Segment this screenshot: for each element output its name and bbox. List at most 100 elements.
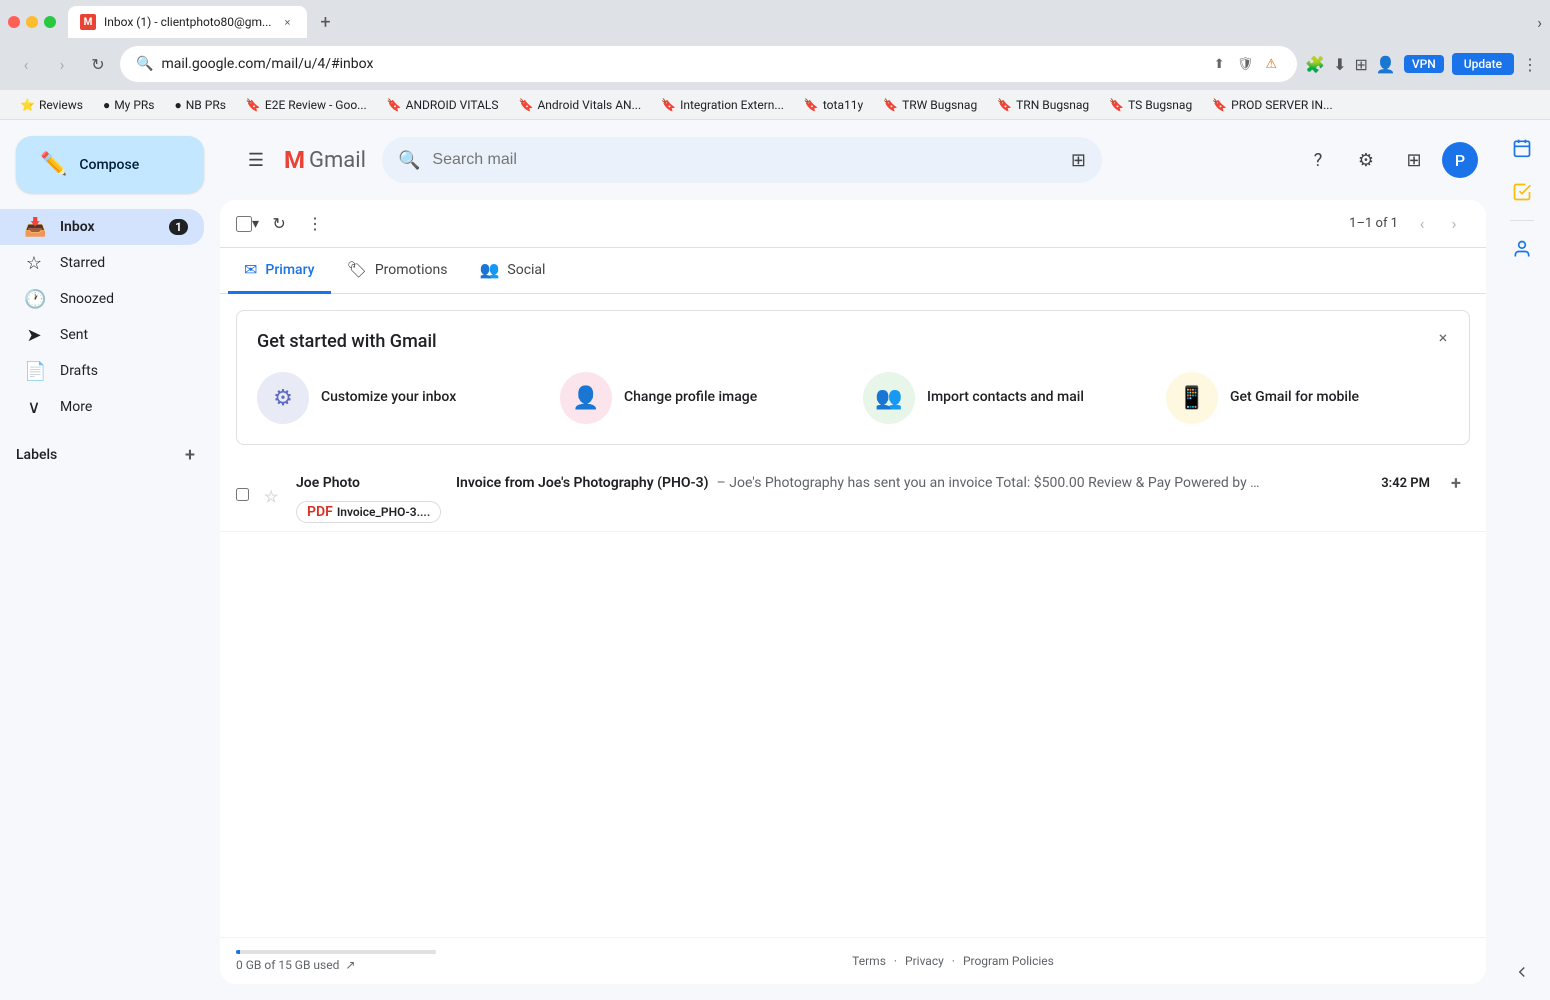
- select-dropdown-arrow[interactable]: ▾: [252, 216, 259, 232]
- email-attachment: PDF Invoice_PHO-3....: [296, 501, 1470, 523]
- search-input[interactable]: [432, 151, 1058, 169]
- vpn-badge[interactable]: VPN: [1404, 55, 1444, 73]
- sidebar-item-snoozed[interactable]: 🕐 Snoozed: [0, 281, 204, 317]
- browser-menu-chevron[interactable]: ⋮: [1522, 55, 1538, 74]
- table-row[interactable]: ☆ Joe Photo Invoice from Joe's Photograp…: [220, 461, 1486, 532]
- search-filter-icon[interactable]: ⊞: [1071, 150, 1086, 171]
- inbox-label: Inbox: [60, 219, 153, 235]
- refresh-btn[interactable]: ↻: [84, 50, 112, 78]
- bookmark-tota11y[interactable]: 🔖 tota11y: [796, 96, 871, 114]
- sidebar-item-sent[interactable]: ➤ Sent: [0, 317, 204, 353]
- gear-icon: ⚙: [273, 386, 293, 411]
- bookmark-favicon: ⭐: [20, 98, 35, 112]
- person-icon: 👤: [572, 386, 599, 411]
- warning-icon: ⚠: [1261, 54, 1281, 74]
- shield-icon: 🛡: [1235, 54, 1255, 74]
- get-started-banner: × Get started with Gmail ⚙ Customize you…: [236, 310, 1470, 445]
- search-bar[interactable]: 🔍 ⊞: [382, 137, 1102, 183]
- add-label-btn[interactable]: +: [176, 441, 204, 469]
- tasks-sidebar-btn[interactable]: [1502, 172, 1542, 212]
- get-mobile-action[interactable]: 📱 Get Gmail for mobile: [1166, 372, 1449, 424]
- tab-promotions[interactable]: 🏷 Promotions: [331, 248, 464, 294]
- bookmark-trw-bugsnag[interactable]: 🔖 TRW Bugsnag: [875, 96, 985, 114]
- star-btn[interactable]: ☆: [264, 487, 288, 506]
- terms-link[interactable]: Terms: [852, 954, 886, 968]
- bookmark-my-prs[interactable]: ● My PRs: [95, 96, 163, 114]
- bookmark-reviews[interactable]: ⭐ Reviews: [12, 96, 91, 114]
- more-options-btn[interactable]: ⋮: [299, 208, 331, 240]
- customize-inbox-action[interactable]: ⚙ Customize your inbox: [257, 372, 540, 424]
- contacts-sidebar-btn[interactable]: [1502, 229, 1542, 269]
- help-btn[interactable]: ?: [1298, 140, 1338, 180]
- sent-icon: ➤: [24, 325, 44, 346]
- window-maximize-btn[interactable]: [44, 16, 56, 28]
- import-contacts-action[interactable]: 👥 Import contacts and mail: [863, 372, 1146, 424]
- bookmark-trn-bugsnag[interactable]: 🔖 TRN Bugsnag: [989, 96, 1097, 114]
- nav-arrows: ‹ ›: [1406, 208, 1470, 240]
- select-all-checkbox[interactable]: ▾: [236, 216, 259, 232]
- attachment-chip[interactable]: PDF Invoice_PHO-3....: [296, 501, 441, 523]
- change-profile-action[interactable]: 👤 Change profile image: [560, 372, 843, 424]
- tab-social[interactable]: 👥 Social: [463, 248, 561, 294]
- program-policies-link[interactable]: Program Policies: [963, 954, 1054, 968]
- bookmark-prod-icon: 🔖: [1212, 98, 1227, 112]
- forward-btn[interactable]: ›: [48, 50, 76, 78]
- avatar-btn[interactable]: P: [1442, 142, 1478, 178]
- refresh-emails-btn[interactable]: ↻: [263, 208, 295, 240]
- tab-primary[interactable]: ✉ Primary: [228, 248, 331, 294]
- apps-btn[interactable]: ⊞: [1394, 140, 1434, 180]
- footer-links: Terms · Privacy · Program Policies: [852, 954, 1054, 968]
- bookmark-ts-bugsnag[interactable]: 🔖 TS Bugsnag: [1101, 96, 1200, 114]
- banner-close-btn[interactable]: ×: [1429, 323, 1457, 351]
- storage-external-icon[interactable]: ↗: [345, 958, 355, 972]
- bookmark-e2e[interactable]: 🔖 E2E Review - Goo...: [238, 96, 375, 114]
- hamburger-btn[interactable]: ☰: [236, 140, 276, 180]
- gmail-logo-m: M: [284, 146, 305, 174]
- compose-button[interactable]: ✏️ Compose: [16, 136, 204, 193]
- sidebar-item-starred[interactable]: ☆ Starred: [0, 245, 204, 281]
- tab-list-chevron[interactable]: ›: [1537, 13, 1542, 32]
- prev-page-btn[interactable]: ‹: [1406, 208, 1438, 240]
- select-all-input[interactable]: [236, 216, 252, 232]
- active-browser-tab[interactable]: M Inbox (1) - clientphoto80@gm... ×: [68, 6, 307, 38]
- window-close-btn[interactable]: [8, 16, 20, 28]
- tab-close-btn[interactable]: ×: [279, 14, 295, 30]
- bookmark-android2-icon: 🔖: [519, 98, 534, 112]
- bookmark-android-icon: 🔖: [387, 98, 402, 112]
- sidebar-item-inbox[interactable]: 📥 Inbox 1: [0, 209, 204, 245]
- right-sidebar: [1494, 120, 1550, 1000]
- next-page-btn[interactable]: ›: [1438, 208, 1470, 240]
- settings-btn[interactable]: ⚙: [1346, 140, 1386, 180]
- email-list: ☆ Joe Photo Invoice from Joe's Photograp…: [220, 461, 1486, 937]
- bookmark-prod-server[interactable]: 🔖 PROD SERVER IN...: [1204, 96, 1340, 114]
- sidebar: ✏️ Compose 📥 Inbox 1 ☆ Starred 🕐 Snoozed…: [0, 120, 220, 1000]
- sidebar-item-more[interactable]: ∨ More: [0, 389, 204, 425]
- bookmark-android-vitals[interactable]: 🔖 ANDROID VITALS: [379, 96, 507, 114]
- calendar-sidebar-btn[interactable]: [1502, 128, 1542, 168]
- bookmark-integration[interactable]: 🔖 Integration Extern...: [653, 96, 792, 114]
- pagination-text: 1–1 of 1: [1349, 216, 1398, 231]
- bookmark-android-an[interactable]: 🔖 Android Vitals AN...: [511, 96, 650, 114]
- back-btn[interactable]: ‹: [12, 50, 40, 78]
- compose-label: Compose: [79, 157, 139, 173]
- search-icon: 🔍: [136, 56, 153, 72]
- new-tab-btn[interactable]: +: [311, 8, 339, 36]
- email-checkbox[interactable]: [236, 488, 256, 505]
- bookmark-trw-icon: 🔖: [883, 98, 898, 112]
- compose-icon: ✏️: [40, 152, 67, 177]
- primary-tab-label: Primary: [265, 262, 314, 278]
- add-to-col-btn[interactable]: +: [1442, 469, 1470, 497]
- update-btn[interactable]: Update: [1452, 53, 1514, 75]
- window-minimize-btn[interactable]: [26, 16, 38, 28]
- sidebar-item-drafts[interactable]: 📄 Drafts: [0, 353, 204, 389]
- starred-icon: ☆: [24, 253, 44, 274]
- email-meta: 3:42 PM +: [1381, 469, 1470, 497]
- share-icon[interactable]: ⬆: [1209, 54, 1229, 74]
- privacy-link[interactable]: Privacy: [905, 954, 944, 968]
- right-sidebar-divider: [1510, 220, 1534, 221]
- bookmark-nb-prs[interactable]: ● NB PRs: [167, 96, 234, 114]
- email-select-input[interactable]: [236, 488, 249, 501]
- expand-sidebar-btn[interactable]: [1502, 952, 1542, 992]
- labels-title: Labels: [16, 447, 57, 463]
- address-bar[interactable]: 🔍 mail.google.com/mail/u/4/#inbox ⬆ 🛡 ⚠: [120, 46, 1297, 82]
